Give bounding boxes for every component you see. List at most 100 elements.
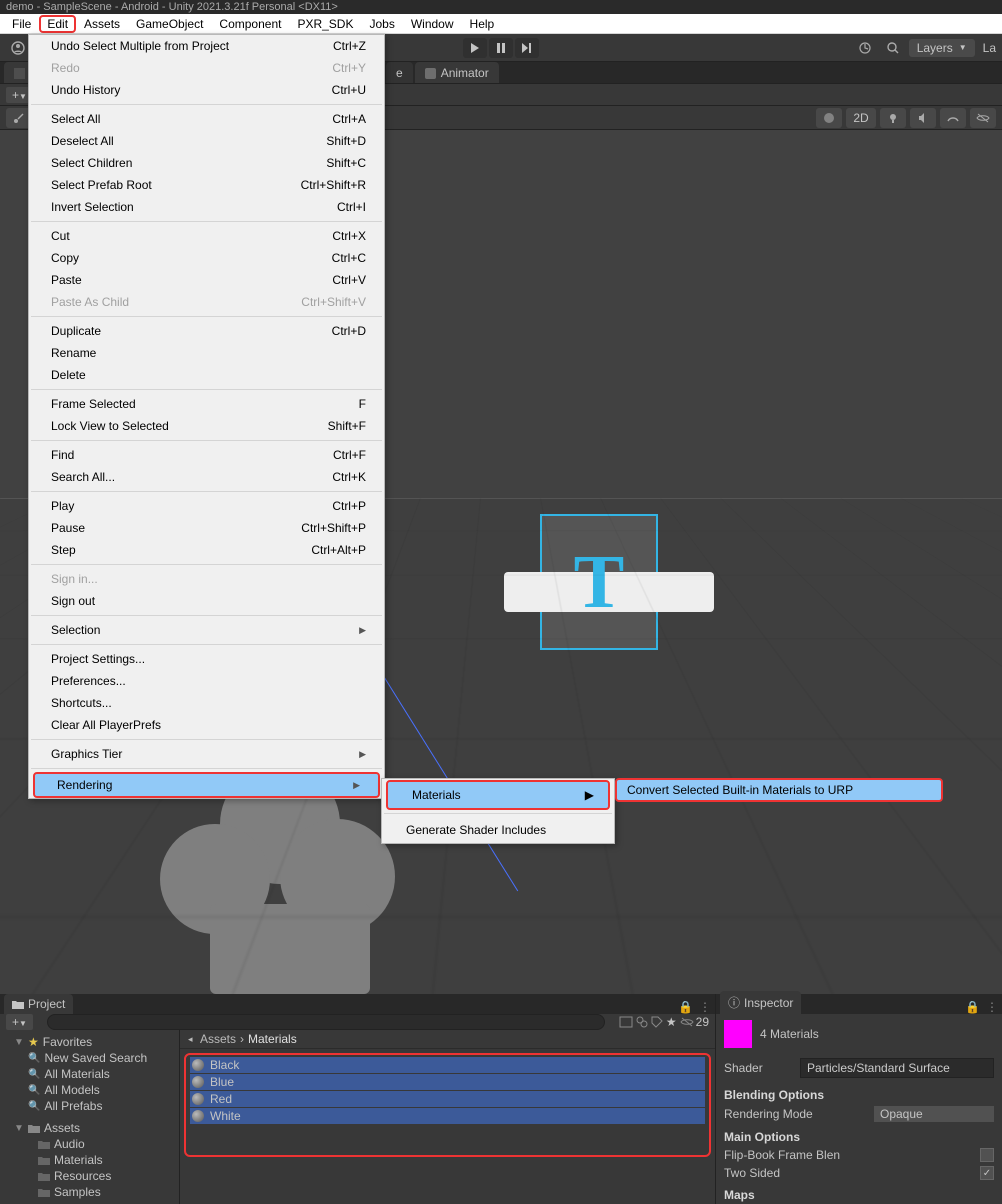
folder-icon: [28, 1123, 40, 1133]
tab-inspector[interactable]: ⓘ Inspector: [720, 991, 801, 1014]
folder-resources[interactable]: Resources: [0, 1168, 179, 1184]
tab-animator[interactable]: Animator: [415, 62, 499, 83]
material-red[interactable]: Red: [190, 1091, 705, 1107]
menu-item[interactable]: Search All...Ctrl+K: [29, 466, 384, 488]
menu-item[interactable]: Invert SelectionCtrl+I: [29, 196, 384, 218]
favorite-icon[interactable]: ★: [666, 1015, 677, 1029]
menu-item[interactable]: Select AllCtrl+A: [29, 108, 384, 130]
menu-item[interactable]: Selection▶: [29, 619, 384, 641]
tab-label: e: [396, 66, 403, 80]
lock-icon[interactable]: 🔒: [678, 1000, 693, 1014]
rendering-mode-dropdown[interactable]: Opaque: [874, 1106, 994, 1122]
menu-assets[interactable]: Assets: [76, 15, 128, 33]
menu-item[interactable]: Sign out: [29, 590, 384, 612]
hidden-icon[interactable]: [970, 108, 996, 128]
tab-label: Project: [28, 997, 65, 1011]
breadcrumb-assets[interactable]: Assets: [200, 1032, 236, 1046]
menu-item[interactable]: Sign in...: [29, 568, 384, 590]
lock-icon[interactable]: 🔒: [965, 1000, 980, 1014]
menu-window[interactable]: Window: [403, 15, 462, 33]
play-button[interactable]: [463, 38, 487, 58]
folder-samples[interactable]: Samples: [0, 1184, 179, 1200]
filter-label-icon[interactable]: [651, 1016, 663, 1028]
menu-jobs[interactable]: Jobs: [361, 15, 402, 33]
flipbook-label: Flip-Book Frame Blen: [724, 1148, 840, 1162]
2d-toggle[interactable]: 2D: [846, 108, 876, 128]
menu-gameobject[interactable]: GameObject: [128, 15, 211, 33]
undo-history-icon[interactable]: [853, 38, 877, 58]
menu-item[interactable]: Shortcuts...: [29, 692, 384, 714]
menu-item[interactable]: Clear All PlayerPrefs: [29, 714, 384, 736]
scene-object[interactable]: T: [540, 514, 658, 650]
urp-convert-item[interactable]: Convert Selected Built-in Materials to U…: [615, 778, 943, 802]
folder-audio[interactable]: Audio: [0, 1136, 179, 1152]
menu-edit[interactable]: Edit: [39, 15, 76, 33]
menu-item[interactable]: Deselect AllShift+D: [29, 130, 384, 152]
submenu-item[interactable]: Generate Shader Includes: [382, 817, 614, 843]
layers-dropdown[interactable]: Layers▼: [909, 39, 975, 57]
menu-item[interactable]: CopyCtrl+C: [29, 247, 384, 269]
menu-item[interactable]: Paste As ChildCtrl+Shift+V: [29, 291, 384, 313]
menu-item[interactable]: Preferences...: [29, 670, 384, 692]
fx-icon[interactable]: [940, 108, 966, 128]
material-black[interactable]: Black: [190, 1057, 705, 1073]
menu-item[interactable]: Select ChildrenShift+C: [29, 152, 384, 174]
shading-dropdown-icon[interactable]: [816, 108, 842, 128]
tab-project[interactable]: Project: [4, 994, 73, 1014]
menu-help[interactable]: Help: [462, 15, 503, 33]
menu-item[interactable]: Undo Select Multiple from ProjectCtrl+Z: [29, 35, 384, 57]
bottom-panels: Project 🔒 ⋮ +▼ ★ 29 ▼★Favorites 🔍New Sav…: [0, 994, 1002, 1204]
fav-all-models[interactable]: 🔍All Models: [0, 1082, 179, 1098]
shader-dropdown[interactable]: Particles/Standard Surface: [800, 1058, 994, 1078]
project-content: ◂ Assets › Materials Black Blue Red Whit…: [180, 1030, 715, 1204]
menu-item[interactable]: PauseCtrl+Shift+P: [29, 517, 384, 539]
menu-item[interactable]: Select Prefab RootCtrl+Shift+R: [29, 174, 384, 196]
menu-item[interactable]: RedoCtrl+Y: [29, 57, 384, 79]
menu-icon[interactable]: ⋮: [986, 1000, 998, 1014]
submenu-item[interactable]: Materials▶: [386, 780, 610, 810]
project-search-input[interactable]: [47, 1014, 605, 1030]
breadcrumb-materials[interactable]: Materials: [248, 1032, 297, 1046]
menu-item[interactable]: DuplicateCtrl+D: [29, 320, 384, 342]
filter-type-icon[interactable]: [636, 1016, 648, 1028]
fav-all-prefabs[interactable]: 🔍All Prefabs: [0, 1098, 179, 1114]
assets-header[interactable]: ▼Assets: [0, 1120, 179, 1136]
menu-item[interactable]: FindCtrl+F: [29, 444, 384, 466]
add-asset-button[interactable]: +▼: [6, 1014, 33, 1030]
menu-file[interactable]: File: [4, 15, 39, 33]
menu-component[interactable]: Component: [211, 15, 289, 33]
menu-item[interactable]: Lock View to SelectedShift+F: [29, 415, 384, 437]
menu-item[interactable]: Project Settings...: [29, 648, 384, 670]
menu-item[interactable]: Graphics Tier▶: [29, 743, 384, 765]
menu-pxrsdk[interactable]: PXR_SDK: [289, 15, 361, 33]
account-icon[interactable]: [6, 38, 30, 58]
edit-menu: Undo Select Multiple from ProjectCtrl+ZR…: [28, 34, 385, 799]
menu-item[interactable]: Frame SelectedF: [29, 393, 384, 415]
search-scope-icon[interactable]: [619, 1016, 633, 1028]
step-button[interactable]: [515, 38, 539, 58]
menu-item[interactable]: StepCtrl+Alt+P: [29, 539, 384, 561]
menu-item[interactable]: Delete: [29, 364, 384, 386]
fav-all-materials[interactable]: 🔍All Materials: [0, 1066, 179, 1082]
lighting-icon[interactable]: [880, 108, 906, 128]
search-icon[interactable]: [881, 38, 905, 58]
menu-item[interactable]: Rename: [29, 342, 384, 364]
material-white[interactable]: White: [190, 1108, 705, 1124]
fav-saved-search[interactable]: 🔍New Saved Search: [0, 1050, 179, 1066]
menu-item[interactable]: CutCtrl+X: [29, 225, 384, 247]
materials-selection: Black Blue Red White: [184, 1053, 711, 1157]
menu-item[interactable]: Undo HistoryCtrl+U: [29, 79, 384, 101]
menu-item[interactable]: Rendering▶: [33, 772, 380, 798]
twosided-checkbox[interactable]: ✓: [980, 1166, 994, 1180]
material-blue[interactable]: Blue: [190, 1074, 705, 1090]
flipbook-checkbox[interactable]: [980, 1148, 994, 1162]
favorites-header[interactable]: ▼★Favorites: [0, 1034, 179, 1050]
menu-icon[interactable]: ⋮: [699, 1000, 711, 1014]
pause-button[interactable]: [489, 38, 513, 58]
folder-materials[interactable]: Materials: [0, 1152, 179, 1168]
shader-label: Shader: [724, 1061, 792, 1075]
menu-item[interactable]: PasteCtrl+V: [29, 269, 384, 291]
menu-item[interactable]: PlayCtrl+P: [29, 495, 384, 517]
audio-icon[interactable]: [910, 108, 936, 128]
main-section: Main Options: [716, 1124, 1002, 1146]
